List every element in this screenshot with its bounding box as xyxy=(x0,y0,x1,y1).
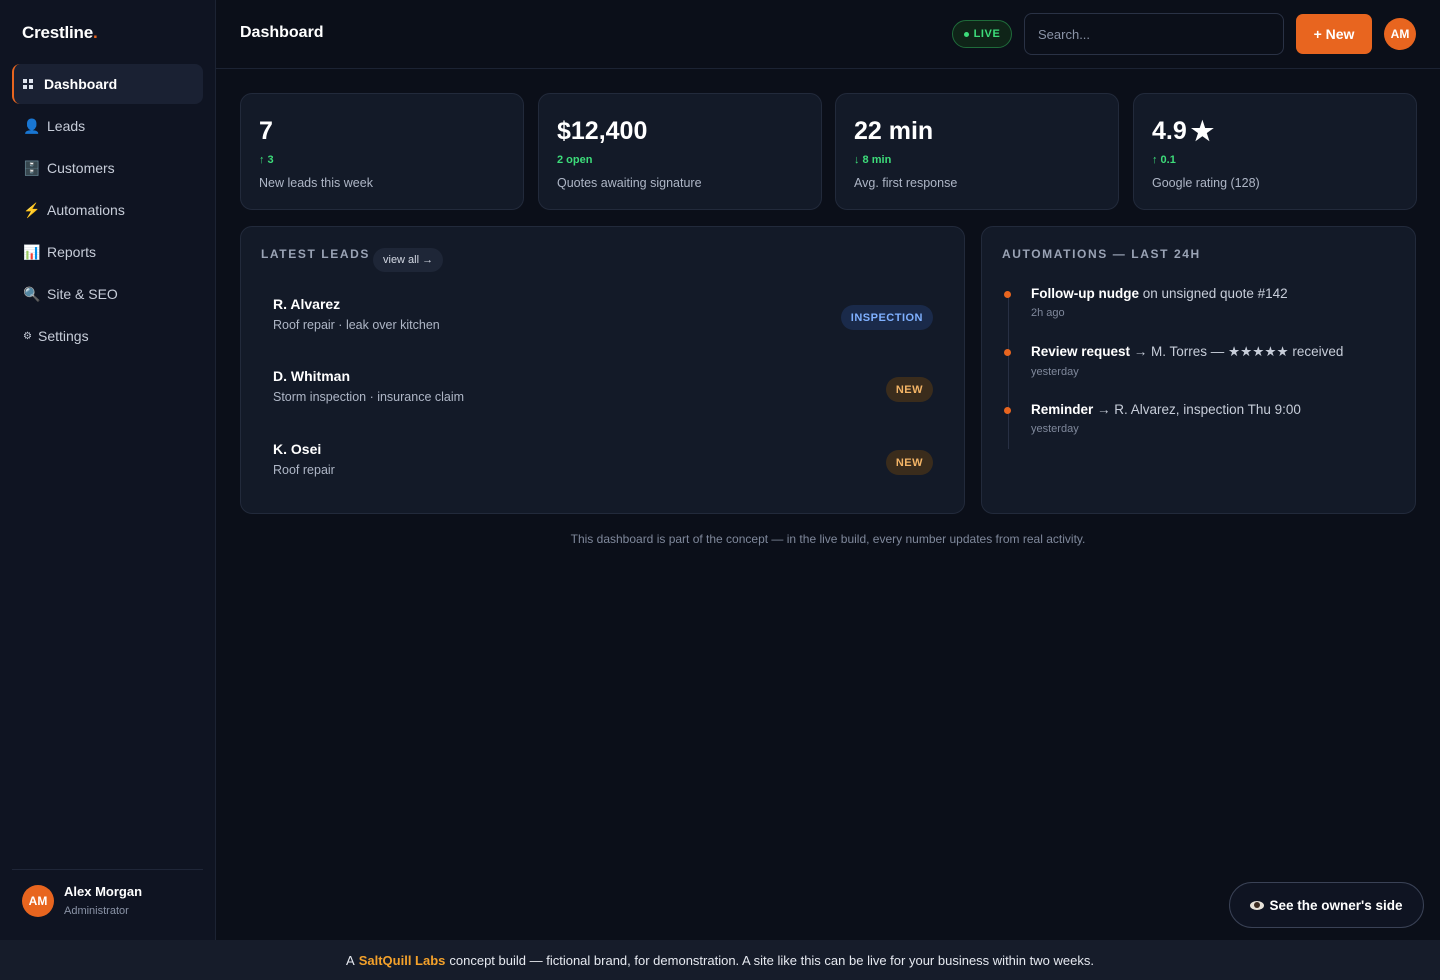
user-role: Administrator xyxy=(64,905,129,917)
sidebar-item-site-seo[interactable]: 🔍 Site & SEO xyxy=(12,274,203,314)
stat-delta: 2 open xyxy=(557,154,593,166)
sidebar-item-leads[interactable]: 👤 Leads xyxy=(12,106,203,146)
header-avatar[interactable]: AM xyxy=(1384,18,1416,50)
automation-action: Review request xyxy=(1031,344,1131,359)
lead-description: Storm inspection · insurance claim xyxy=(273,390,465,404)
user-name: Alex Morgan xyxy=(64,884,143,899)
lightning-icon: ⚡ xyxy=(23,201,41,218)
lead-row[interactable]: D. Whitman Storm inspection · insurance … xyxy=(273,368,933,412)
stat-delta: ↓ 8 min xyxy=(854,154,892,166)
stat-label: New leads this week xyxy=(259,176,373,190)
banner-text: concept build — fictional brand, for dem… xyxy=(449,952,1094,968)
automation-detail: on unsigned quote #142 xyxy=(1138,286,1288,301)
user-profile[interactable]: AM Alex Morgan Administrator xyxy=(22,884,142,917)
automation-action: Reminder xyxy=(1031,402,1094,417)
sidebar-item-label: Dashboard xyxy=(44,76,118,92)
banner-brand-link[interactable]: SaltQuill Labs xyxy=(359,953,446,968)
stat-label: Quotes awaiting signature xyxy=(557,176,702,190)
owner-side-label: See the owner's side xyxy=(1269,897,1403,913)
footnote: This dashboard is part of the concept — … xyxy=(570,532,1086,546)
automation-time: 2h ago xyxy=(1031,307,1065,319)
status-badge: NEW xyxy=(885,377,933,402)
automation-action: Follow-up nudge xyxy=(1031,286,1139,301)
timeline-dot-icon xyxy=(1004,349,1011,356)
bar-chart-icon: 📊 xyxy=(23,243,41,260)
sidebar-item-settings[interactable]: ⚙ Settings xyxy=(12,316,203,356)
live-label: LIVE xyxy=(973,28,1001,40)
new-button[interactable]: + New xyxy=(1296,14,1372,54)
stat-value: $12,400 xyxy=(557,116,648,145)
sidebar-item-label: Leads xyxy=(47,118,86,134)
latest-leads-title: LATEST LEADS xyxy=(261,247,370,261)
sidebar-divider xyxy=(12,869,203,870)
timeline-dot-icon xyxy=(1004,407,1011,414)
lead-row[interactable]: K. Osei Roof repair NEW xyxy=(273,441,933,485)
magnifier-icon: 🔍 xyxy=(23,285,41,302)
live-badge: LIVE xyxy=(952,20,1012,48)
stat-delta: ↑ 3 xyxy=(259,154,274,166)
brand-logo[interactable]: Crestline. xyxy=(22,23,98,43)
lead-row[interactable]: R. Alvarez Roof repair · leak over kitch… xyxy=(273,296,933,340)
brand-name: Crestline xyxy=(22,23,93,42)
user-icon: 👤 xyxy=(23,117,41,134)
lead-name: R. Alvarez xyxy=(273,296,341,312)
stat-card-new-leads: 7 ↑ 3 New leads this week xyxy=(240,93,524,210)
timeline-item: Follow-up nudge on unsigned quote #142 2… xyxy=(1004,286,1404,319)
sidebar-item-label: Customers xyxy=(47,160,115,176)
live-dot-icon xyxy=(963,31,969,37)
sidebar: Crestline. Dashboard 👤 Leads 🗄️ Customer… xyxy=(0,0,216,940)
top-header: Dashboard LIVE + New AM xyxy=(216,0,1440,69)
stat-value: 22 min xyxy=(854,116,934,145)
automation-detail: → R. Alvarez, inspection Thu 9:00 xyxy=(1093,402,1301,417)
gear-icon: ⚙ xyxy=(23,330,32,342)
sidebar-item-reports[interactable]: 📊 Reports xyxy=(12,232,203,272)
stat-card-google-rating: 4.9 ★ ↑ 0.1 Google rating (128) xyxy=(1133,93,1417,210)
banner-prefix: A xyxy=(346,952,355,968)
avatar: AM xyxy=(22,884,54,917)
sidebar-item-label: Settings xyxy=(38,328,89,344)
view-all-button[interactable]: view all → xyxy=(373,248,444,272)
star-icon: ★ xyxy=(1190,115,1215,146)
lead-description: Roof repair xyxy=(273,463,335,477)
stat-card-response-time: 22 min ↓ 8 min Avg. first response xyxy=(835,93,1119,210)
stat-delta: ↑ 0.1 xyxy=(1152,154,1176,166)
timeline-dot-icon xyxy=(1004,291,1011,298)
lead-name: K. Osei xyxy=(273,441,322,457)
automations-panel: AUTOMATIONS — LAST 24H Follow-up nudge o… xyxy=(981,226,1416,514)
stat-card-quotes: $12,400 2 open Quotes awaiting signature xyxy=(538,93,822,210)
eye-icon xyxy=(1250,900,1265,910)
sidebar-item-dashboard[interactable]: Dashboard xyxy=(12,64,203,104)
sidebar-item-automations[interactable]: ⚡ Automations xyxy=(12,190,203,230)
stat-label: Avg. first response xyxy=(854,176,958,190)
lead-name: D. Whitman xyxy=(273,368,350,384)
stat-label: Google rating (128) xyxy=(1152,176,1260,190)
timeline-item: Review request → M. Torres — ★★★★★ recei… xyxy=(1004,344,1404,378)
latest-leads-panel: LATEST LEADS view all → R. Alvarez Roof … xyxy=(240,226,965,514)
stat-value: 7 xyxy=(259,116,273,145)
lead-description: Roof repair · leak over kitchen xyxy=(273,318,440,332)
grid-icon xyxy=(23,79,44,89)
sidebar-item-label: Reports xyxy=(47,244,97,260)
sidebar-item-label: Site & SEO xyxy=(47,286,118,302)
automation-time: yesterday xyxy=(1031,423,1079,435)
bottom-banner: A SaltQuill Labs concept build — fiction… xyxy=(0,940,1440,980)
timeline-item: Reminder → R. Alvarez, inspection Thu 9:… xyxy=(1004,402,1404,435)
sidebar-item-customers[interactable]: 🗄️ Customers xyxy=(12,148,203,188)
sidebar-item-label: Automations xyxy=(47,202,125,218)
automation-time: yesterday xyxy=(1031,366,1079,378)
search-input[interactable] xyxy=(1024,13,1284,55)
cabinet-icon: 🗄️ xyxy=(23,159,41,176)
brand-dot: . xyxy=(92,23,98,42)
stat-value: 4.9 xyxy=(1152,116,1187,145)
sidebar-nav: Dashboard 👤 Leads 🗄️ Customers ⚡ Automat… xyxy=(12,64,203,358)
owner-side-button[interactable]: See the owner's side xyxy=(1229,882,1424,928)
automations-title: AUTOMATIONS — LAST 24H xyxy=(1002,247,1201,261)
automation-detail: → M. Torres — ★★★★★ received xyxy=(1130,344,1344,359)
status-badge: NEW xyxy=(885,450,933,475)
status-badge: INSPECTION xyxy=(840,305,933,330)
page-title: Dashboard xyxy=(240,24,324,41)
